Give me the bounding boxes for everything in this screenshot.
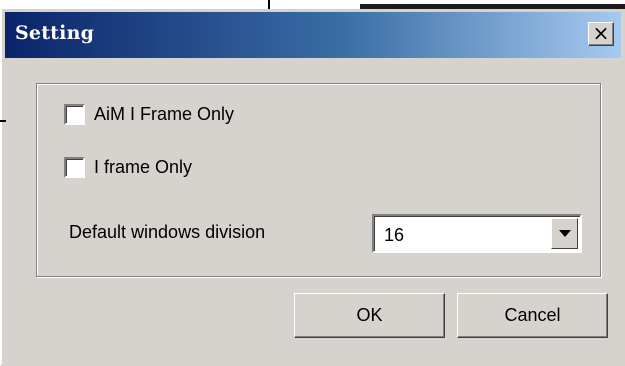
i-frame-only-label: I frame Only <box>94 157 193 177</box>
i-frame-only-option[interactable]: I frame Only <box>64 157 192 178</box>
aim-i-frame-only-checkbox[interactable] <box>64 104 85 125</box>
ok-button-label: OK <box>356 305 383 325</box>
division-select-value: 16 <box>384 225 405 245</box>
ok-button[interactable]: OK <box>294 293 445 338</box>
cancel-button[interactable]: Cancel <box>457 293 608 338</box>
background-line <box>268 0 270 9</box>
division-dropdown-button[interactable] <box>551 218 578 249</box>
aim-i-frame-only-option[interactable]: AiM I Frame Only <box>64 104 234 125</box>
i-frame-only-checkbox[interactable] <box>64 157 85 178</box>
aim-i-frame-only-label: AiM I Frame Only <box>94 104 235 124</box>
close-button[interactable]: × <box>588 22 614 46</box>
division-label: Default windows division <box>69 222 266 242</box>
close-icon: × <box>592 21 610 45</box>
division-select[interactable]: 16 <box>372 214 582 253</box>
edge-mark <box>0 120 6 122</box>
background-strip <box>0 0 625 9</box>
title-bar[interactable]: Setting × <box>5 12 621 58</box>
chevron-down-icon <box>558 230 571 237</box>
cancel-button-label: Cancel <box>504 305 561 325</box>
dialog-title: Setting <box>15 22 95 44</box>
